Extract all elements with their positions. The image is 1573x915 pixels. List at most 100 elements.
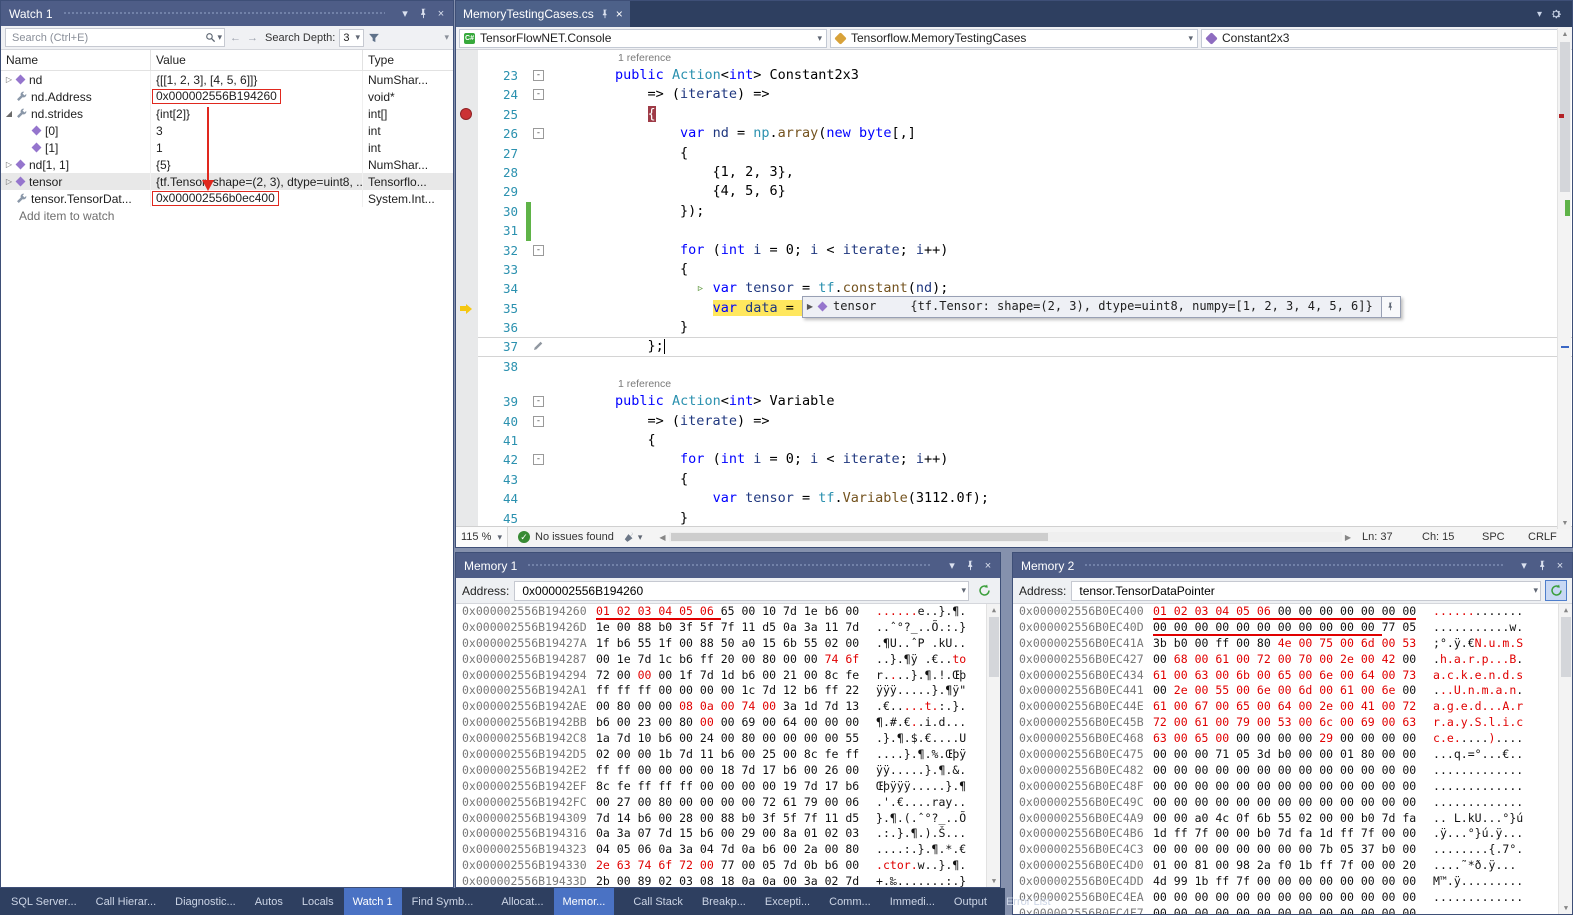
memory-row[interactable]: 0x000002556B0EC48200 00 00 00 00 00 00 0… — [1013, 763, 1572, 779]
outlining-margin[interactable] — [532, 279, 546, 298]
breakpoint-margin[interactable] — [456, 299, 478, 318]
code-line[interactable]: 45 } — [456, 509, 1572, 526]
memory-row[interactable]: 0x000002556B0EC48F00 00 00 00 00 00 00 0… — [1013, 779, 1572, 795]
expander-icon[interactable]: ▷ — [3, 75, 15, 84]
outlining-margin[interactable] — [532, 299, 546, 318]
tool-window-tab[interactable]: Breakp... — [693, 888, 755, 915]
outlining-margin[interactable] — [532, 357, 546, 376]
toolbox-settings-icon[interactable] — [1550, 8, 1562, 20]
memory-row[interactable]: 0x000002556B19433D2b 00 89 02 03 08 18 0… — [456, 874, 1000, 887]
memory-row[interactable]: 0x000002556B1942A1ff ff ff 00 00 00 00 1… — [456, 683, 1000, 699]
codelens-line[interactable]: 1 reference — [456, 376, 1572, 392]
document-tab[interactable]: MemoryTestingCases.cs × — [456, 1, 630, 27]
code-line[interactable]: 28 {1, 2, 3}, — [456, 163, 1572, 182]
outlining-margin[interactable]: - — [532, 85, 546, 104]
memory-row[interactable]: 0x000002556B19428700 1e 7d 1c b6 ff 20 0… — [456, 652, 1000, 668]
window-position-icon[interactable]: ▾ — [397, 6, 413, 22]
vscroll-up-icon[interactable]: ▲ — [1558, 28, 1572, 40]
breakpoint-margin[interactable] — [456, 66, 478, 85]
window-position-icon[interactable]: ▾ — [1516, 558, 1532, 574]
outlining-margin[interactable] — [532, 470, 546, 489]
breakpoint-margin[interactable] — [456, 392, 478, 411]
memory-row[interactable]: 0x000002556B1942BBb6 00 23 00 80 00 00 6… — [456, 715, 1000, 731]
breakpoint-icon[interactable] — [460, 108, 472, 120]
memory-row[interactable]: 0x000002556B0EC49C00 00 00 00 00 00 00 0… — [1013, 795, 1572, 811]
breakpoint-margin[interactable] — [456, 182, 478, 201]
breakpoint-margin[interactable] — [456, 105, 478, 124]
memory-row[interactable]: 0x000002556B0EC4F700 00 00 00 00 00 00 0… — [1013, 906, 1572, 914]
memory-row[interactable]: 0x000002556B0EC44100 2e 00 55 00 6e 00 6… — [1013, 683, 1572, 699]
tool-window-tab[interactable]: Call Stack — [624, 888, 692, 915]
memory-row[interactable]: 0x000002556B0EC4EA00 00 00 00 00 00 00 0… — [1013, 890, 1572, 906]
breakpoint-margin[interactable] — [456, 489, 478, 508]
outlining-margin[interactable]: - — [532, 124, 546, 143]
tool-window-tab[interactable]: Autos — [246, 888, 292, 915]
column-header-name[interactable]: Name — [1, 50, 151, 70]
watch-row[interactable]: ◢nd.strides{int[2]}int[] — [1, 105, 453, 122]
code-line[interactable]: 31 — [456, 221, 1572, 240]
status-spc[interactable]: SPC — [1474, 531, 1520, 543]
status-eol[interactable]: CRLF — [1520, 531, 1572, 543]
memory-row[interactable]: 0x000002556B1942E2ff ff 00 00 00 00 18 7… — [456, 763, 1000, 779]
code-line[interactable]: 39- public Action<int> Variable — [456, 392, 1572, 411]
expander-icon[interactable]: ◢ — [3, 109, 15, 118]
memory-row[interactable]: 0x000002556B1942EF8c fe ff ff ff 00 00 0… — [456, 779, 1000, 795]
vscroll-thumb[interactable] — [1561, 617, 1571, 677]
breakpoint-margin[interactable] — [456, 144, 478, 163]
outlining-margin[interactable] — [532, 337, 546, 356]
watch-row[interactable]: [1]1int — [1, 139, 453, 156]
breakpoint-margin[interactable] — [456, 221, 478, 240]
breakpoint-margin[interactable] — [456, 202, 478, 221]
close-icon[interactable]: × — [980, 558, 996, 574]
watch-value[interactable]: {[[1, 2, 3], [4, 5, 6]]} — [156, 73, 257, 87]
outlining-margin[interactable]: - — [532, 392, 546, 411]
memory-row[interactable]: 0x000002556B0EC4A900 00 a0 4c 0f 6b 55 0… — [1013, 811, 1572, 827]
breakpoint-margin[interactable] — [456, 431, 478, 450]
breakpoint-margin[interactable] — [456, 318, 478, 337]
code-line[interactable]: 27 { — [456, 144, 1572, 163]
outlining-margin[interactable] — [532, 431, 546, 450]
memory-row[interactable]: 0x000002556B0EC40001 02 03 04 05 06 00 0… — [1013, 604, 1572, 620]
pin-icon[interactable] — [415, 6, 431, 22]
code-cleanup-icon[interactable]: ▾ — [624, 531, 657, 543]
watch-value[interactable]: 1 — [156, 141, 163, 155]
expander-icon[interactable]: ▷ — [3, 177, 15, 186]
tab-pin-icon[interactable] — [600, 9, 610, 19]
memory-row[interactable]: 0x000002556B0EC47500 00 00 71 05 3d b0 0… — [1013, 747, 1572, 763]
collapse-icon[interactable]: - — [533, 245, 544, 256]
hscroll-right-icon[interactable]: ▶ — [1342, 533, 1354, 542]
outlining-margin[interactable] — [532, 376, 546, 392]
chevron-down-icon[interactable]: ▾ — [1533, 585, 1538, 596]
watch-titlebar[interactable]: Watch 1 ▾ × — [1, 1, 453, 26]
code-line[interactable]: 32- for (int i = 0; i < iterate; i++) — [456, 241, 1572, 260]
memory-row[interactable]: 0x000002556B19427A1f b6 55 1f 00 88 50 a… — [456, 636, 1000, 652]
outlining-margin[interactable] — [532, 221, 546, 240]
search-next-icon[interactable]: → — [246, 32, 259, 44]
datatip-pin-icon[interactable] — [1381, 297, 1400, 317]
hscroll-thumb[interactable] — [671, 533, 1048, 541]
memory2-address-combo[interactable]: ▾ — [1071, 581, 1541, 601]
memory-row[interactable]: 0x000002556B0EC44E61 00 67 00 65 00 64 0… — [1013, 699, 1572, 715]
memory1-scrollbar[interactable]: ▲ ▼ — [986, 604, 1000, 887]
code-line[interactable]: 38 — [456, 357, 1572, 376]
memory2-scrollbar[interactable]: ▲ ▼ — [1558, 604, 1572, 914]
code-line[interactable]: 26- var nd = np.array(new byte[,] — [456, 124, 1572, 143]
search-icon[interactable]: ▾ — [205, 32, 222, 43]
watch-value-annotated[interactable]: 0x000002556b0ec400 — [152, 191, 279, 206]
outlining-margin[interactable]: - — [532, 66, 546, 85]
toolbar-overflow-icon[interactable]: ▾ — [444, 32, 449, 43]
tool-window-tab[interactable]: Watch 1 — [344, 888, 402, 915]
code-line[interactable]: 37 }; — [456, 337, 1572, 356]
outlining-margin[interactable]: - — [532, 241, 546, 260]
outlining-margin[interactable] — [532, 163, 546, 182]
breakpoint-margin[interactable] — [456, 412, 478, 431]
breakpoint-margin[interactable] — [456, 124, 478, 143]
collapse-icon[interactable]: - — [533, 89, 544, 100]
watch-search-box[interactable]: ▾ — [5, 28, 225, 47]
memory-row[interactable]: 0x000002556B0EC40D00 00 00 00 00 00 00 0… — [1013, 620, 1572, 636]
collapse-icon[interactable]: - — [533, 128, 544, 139]
tool-window-tab[interactable]: Excepti... — [756, 888, 819, 915]
method-dropdown[interactable]: Constant2x3 ▾ — [1201, 29, 1569, 48]
outlining-margin[interactable] — [532, 489, 546, 508]
refresh-icon[interactable] — [1546, 581, 1566, 600]
